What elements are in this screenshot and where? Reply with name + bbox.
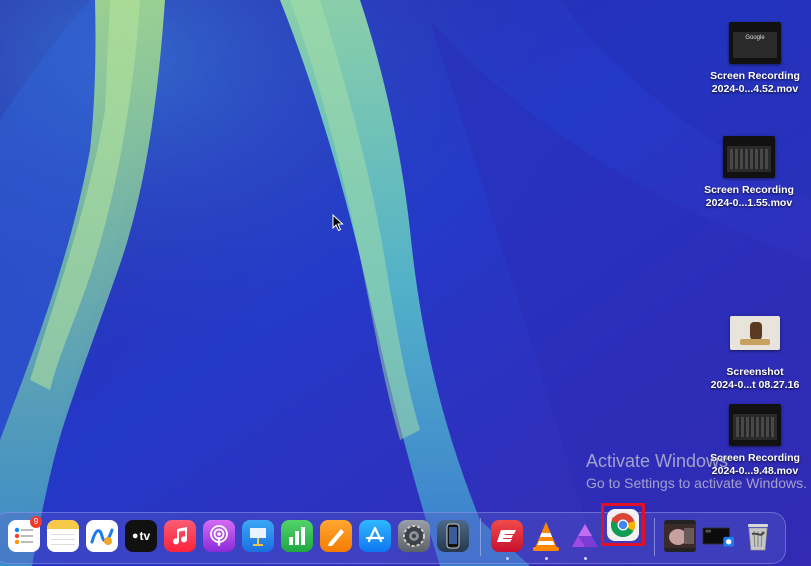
running-indicator	[584, 557, 587, 560]
file-name: Screen Recording 2024-0...4.52.mov	[695, 70, 811, 96]
dock-separator	[654, 518, 655, 556]
keynote-icon[interactable]	[242, 520, 274, 552]
image-thumbnail	[730, 316, 780, 350]
system-settings-icon[interactable]	[398, 520, 430, 552]
affinity-photo-icon[interactable]	[569, 520, 601, 552]
podcasts-icon[interactable]	[203, 520, 235, 552]
notes-icon[interactable]	[47, 520, 79, 552]
file-name-line1: Screenshot	[726, 366, 784, 378]
desktop-file-screen-recording-1[interactable]: Google Screen Recording 2024-0...4.52.mo…	[695, 22, 811, 96]
trash-icon[interactable]	[742, 520, 774, 552]
downloads-stack-icon[interactable]	[664, 520, 696, 552]
thumbnail-caption: Google	[745, 35, 765, 41]
file-name-line1: Screen Recording	[710, 70, 800, 82]
file-name-line2: 2024-0...1.55.mov	[705, 197, 793, 209]
file-name-line2: 2024-0...4.52.mov	[711, 83, 799, 95]
apple-tv-icon[interactable]: ● tv	[125, 520, 157, 552]
file-name-line1: Screen Recording	[704, 184, 794, 196]
running-indicator	[545, 557, 548, 560]
dock-separator	[480, 518, 481, 556]
activate-windows-watermark: Activate Windows Go to Settings to activ…	[586, 450, 807, 492]
pages-icon[interactable]	[320, 520, 352, 552]
video-thumbnail	[729, 404, 781, 446]
watermark-subtitle: Go to Settings to activate Windows.	[586, 475, 807, 491]
desktop-file-screenshot[interactable]: Screenshot 2024-0...t 08.27.16	[695, 316, 811, 392]
desktop-file-screen-recording-2[interactable]: Screen Recording 2024-0...1.55.mov	[689, 136, 809, 210]
mouse-cursor-icon	[332, 214, 344, 232]
file-name: Screenshot 2024-0...t 08.27.16	[695, 366, 811, 392]
screenshots-stack-icon[interactable]	[702, 520, 734, 552]
file-name-line2: 2024-0...t 08.27.16	[710, 379, 800, 391]
video-thumbnail	[723, 136, 775, 178]
expressvpn-icon[interactable]	[491, 520, 523, 552]
running-indicator	[506, 557, 509, 560]
chrome-highlight-box	[601, 503, 645, 546]
vlc-icon[interactable]	[530, 520, 562, 552]
freeform-icon[interactable]	[86, 520, 118, 552]
apple-logo-icon: ●	[131, 530, 139, 542]
file-name: Screen Recording 2024-0...1.55.mov	[689, 184, 809, 210]
numbers-icon[interactable]	[281, 520, 313, 552]
watermark-title: Activate Windows	[586, 451, 729, 471]
iphone-mirroring-icon[interactable]	[437, 520, 469, 552]
notification-badge: 9	[30, 516, 42, 528]
video-thumbnail: Google	[729, 22, 781, 64]
app-store-icon[interactable]	[359, 520, 391, 552]
music-icon[interactable]	[164, 520, 196, 552]
apple-tv-label: tv	[139, 529, 151, 543]
